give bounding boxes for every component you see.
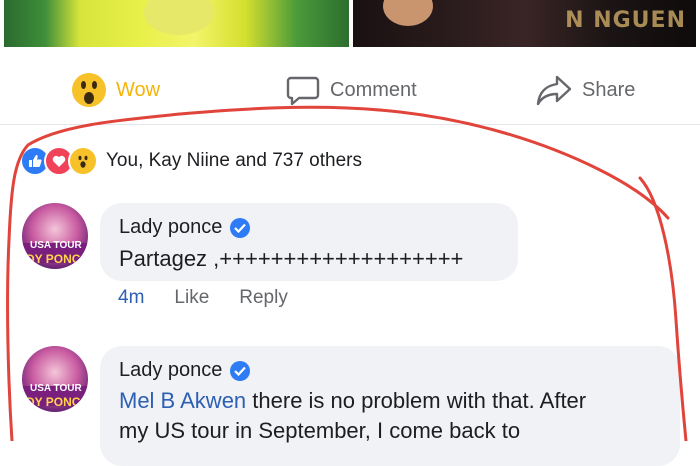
wow-reaction-button[interactable]: Wow [72,72,160,108]
verified-badge-icon [230,217,251,238]
photo-overlay-text: N NGUEN [565,8,686,33]
post-action-bar: Wow Comment Share [0,58,700,125]
reactions-text: You, Kay Niine and 737 others [106,150,362,171]
comment-button[interactable]: Comment [286,72,417,108]
comment-text: Mel B Akwen there is no problem with tha… [119,388,587,413]
reactions-summary[interactable]: You, Kay Niine and 737 others [20,146,362,176]
reply-link[interactable]: Reply [239,287,288,309]
avatar[interactable]: USA TOUR DY PONC [22,346,88,412]
comment-text: Partagez ,+++++++++++++++++++ [119,246,464,271]
person-figure [144,0,214,35]
post-photos: N NGUEN [0,0,700,50]
post-photo-left[interactable] [4,0,349,47]
share-icon [536,75,572,106]
verified-badge-icon [230,360,251,381]
mention-link[interactable]: Mel B Akwen [119,388,246,413]
comment-author[interactable]: Lady ponce [119,359,251,382]
like-link[interactable]: Like [174,287,209,309]
comment-text-line2: my US tour in September, I come back to [119,418,521,443]
comment-meta: 4m Like Reply [118,287,288,309]
person-face [383,0,433,26]
comment-icon [286,76,320,106]
avatar[interactable]: USA TOUR DY PONC [22,203,88,269]
comment-time[interactable]: 4m [118,287,144,309]
comment-label: Comment [330,78,417,101]
wow-small-icon [68,146,98,176]
post-photo-right[interactable]: N NGUEN [353,0,696,47]
comment-author[interactable]: Lady ponce [119,216,251,239]
share-label: Share [582,78,636,101]
wow-icon [72,73,106,107]
share-button[interactable]: Share [536,72,635,108]
wow-label: Wow [116,78,161,101]
